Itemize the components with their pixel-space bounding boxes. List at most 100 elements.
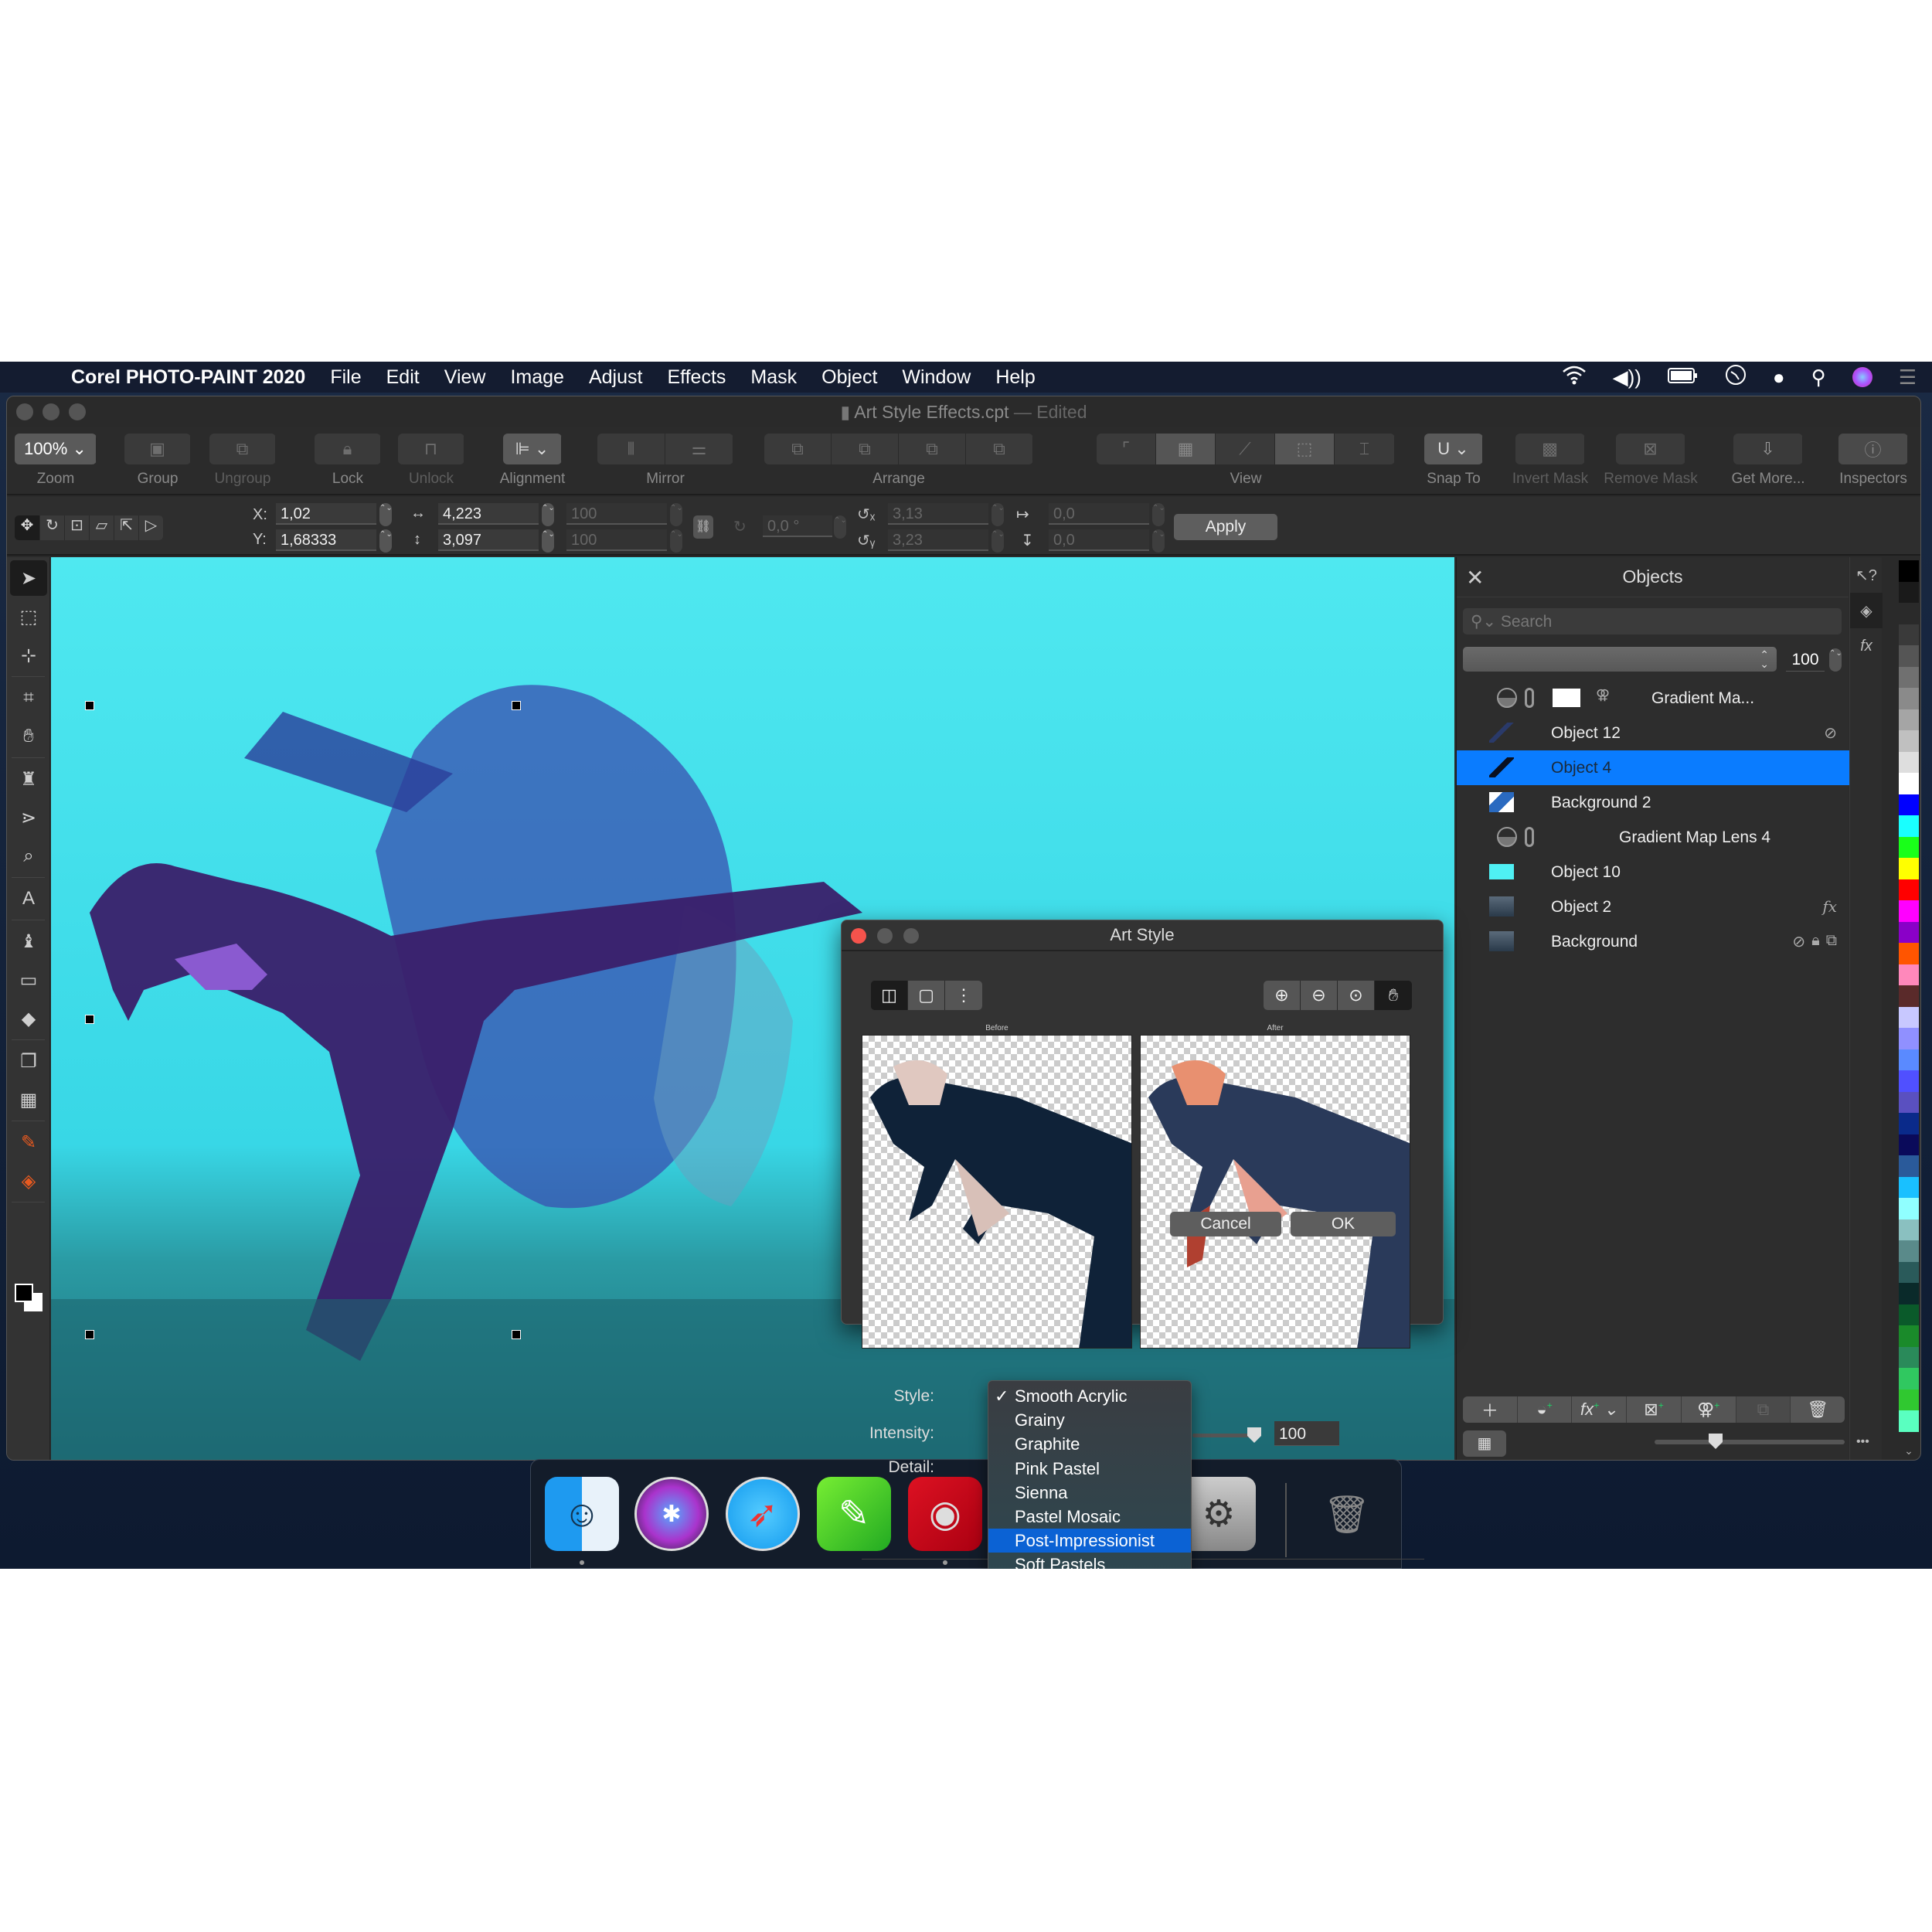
- object-row-object-12[interactable]: Object 12 ⊘: [1457, 716, 1849, 750]
- siri-icon[interactable]: [1852, 367, 1872, 387]
- hints-tab[interactable]: ↖?: [1850, 557, 1883, 593]
- palette-swatch[interactable]: [1899, 1091, 1919, 1113]
- perspective-mode-icon[interactable]: ▷: [138, 515, 163, 540]
- object-row-gradient-map[interactable]: ⚢ Gradient Ma...: [1457, 681, 1849, 716]
- palette-swatch[interactable]: [1899, 1113, 1919, 1134]
- style-option[interactable]: Soft Pastels: [988, 1553, 1191, 1569]
- split-view-button[interactable]: ◫: [871, 981, 908, 1010]
- palette-scroll-down-icon[interactable]: ⌄: [1899, 1444, 1919, 1457]
- palette-swatch[interactable]: [1899, 1070, 1919, 1092]
- selection-handle[interactable]: [85, 1015, 94, 1024]
- selection-handle[interactable]: [512, 701, 521, 710]
- zoom-out-button[interactable]: ⊖: [1301, 981, 1338, 1010]
- split-line-view-button[interactable]: ⋮: [945, 981, 982, 1010]
- new-object-button[interactable]: ＋: [1463, 1396, 1518, 1423]
- dialog-minimize-button[interactable]: [877, 928, 893, 944]
- palette-swatch[interactable]: [1899, 858, 1919, 879]
- object-row-object-4[interactable]: Object 4: [1457, 750, 1849, 785]
- style-option[interactable]: Graphite: [988, 1432, 1191, 1456]
- palette-swatch[interactable]: [1899, 1346, 1919, 1368]
- palette-swatch[interactable]: [1899, 1410, 1919, 1432]
- palette-swatch[interactable]: [1899, 794, 1919, 815]
- menu-edit[interactable]: Edit: [386, 366, 420, 389]
- pan-tool[interactable]: ✋︎: [10, 719, 47, 754]
- rectangle-mask-tool[interactable]: ⬚: [10, 599, 47, 634]
- skew-horizontal-stepper[interactable]: ⌃⌄: [1152, 503, 1165, 526]
- opacity-stepper[interactable]: ⌃⌄: [1829, 648, 1842, 672]
- more-options-icon[interactable]: •••: [1856, 1435, 1869, 1449]
- scale-height-stepper[interactable]: ⌃⌄: [670, 529, 683, 553]
- skew-vertical-input[interactable]: 0,0: [1049, 529, 1149, 551]
- palette-swatch[interactable]: [1899, 836, 1919, 858]
- style-option[interactable]: Sienna: [988, 1481, 1191, 1505]
- skew-vertical-stepper[interactable]: ⌃⌄: [1152, 529, 1165, 553]
- palette-swatch[interactable]: [1899, 581, 1919, 603]
- scale-width-stepper[interactable]: ⌃⌄: [670, 503, 683, 526]
- zoom-in-button[interactable]: ⊕: [1264, 981, 1301, 1010]
- center-x-input[interactable]: 3,13: [888, 503, 988, 525]
- group-button[interactable]: ▣: [124, 434, 191, 464]
- height-stepper[interactable]: ⌃⌄: [542, 529, 555, 553]
- dock-system-preferences[interactable]: ⚙: [1182, 1477, 1256, 1551]
- y-position-input[interactable]: 1,68333: [276, 529, 376, 551]
- forward-one-button[interactable]: ⧉: [832, 434, 899, 464]
- cancel-button[interactable]: Cancel: [1170, 1212, 1281, 1236]
- zoom-fit-button[interactable]: ⊙: [1338, 981, 1375, 1010]
- convert-to-object-icon[interactable]: ⧉: [1826, 932, 1837, 951]
- style-option[interactable]: Pink Pastel: [988, 1457, 1191, 1481]
- x-position-input[interactable]: 1,02: [276, 503, 376, 525]
- battery-icon[interactable]: [1667, 366, 1699, 389]
- objects-tab[interactable]: ◈: [1850, 593, 1883, 628]
- guidelines-button[interactable]: ⟋: [1216, 434, 1275, 464]
- eraser-tool[interactable]: ◆: [10, 1001, 47, 1036]
- apply-button[interactable]: Apply: [1174, 514, 1277, 540]
- palette-swatch[interactable]: [1899, 1240, 1919, 1262]
- unlock-button[interactable]: ⊓: [398, 434, 464, 464]
- zoom-dropdown[interactable]: 100% ⌄: [15, 434, 97, 464]
- close-icon[interactable]: ✕: [1466, 565, 1484, 590]
- fx-effect-icon[interactable]: fx: [1822, 897, 1837, 916]
- snap-to-dropdown[interactable]: U ⌄: [1424, 434, 1483, 464]
- clock-icon[interactable]: [1725, 364, 1747, 391]
- palette-swatch[interactable]: [1899, 773, 1919, 794]
- mirror-vertical-button[interactable]: ⚌: [665, 434, 733, 464]
- intensity-value-input[interactable]: 100: [1274, 1421, 1339, 1446]
- color-swatches[interactable]: [15, 1284, 43, 1311]
- user-icon[interactable]: ●: [1773, 366, 1785, 389]
- hidden-eye-icon[interactable]: ⊘: [1792, 932, 1805, 951]
- menu-image[interactable]: Image: [510, 366, 563, 389]
- grid-button[interactable]: ▦: [1156, 434, 1216, 464]
- width-stepper[interactable]: ⌃⌄: [542, 503, 555, 526]
- new-clip-mask-button[interactable]: ⚢+: [1682, 1396, 1736, 1423]
- before-preview[interactable]: [862, 1035, 1132, 1349]
- palette-swatch[interactable]: [1899, 900, 1919, 922]
- menu-help[interactable]: Help: [995, 366, 1035, 389]
- mask-transform-tool[interactable]: ⊹: [10, 638, 47, 673]
- proportional-lock-button[interactable]: ⛓: [693, 515, 713, 539]
- scale-height-input[interactable]: 100: [566, 529, 667, 551]
- position-mode-icon[interactable]: ✥: [15, 515, 39, 540]
- palette-swatch[interactable]: [1899, 879, 1919, 900]
- palette-swatch[interactable]: [1899, 1325, 1919, 1347]
- style-option[interactable]: Grainy: [988, 1408, 1191, 1432]
- drop-shadow-tool[interactable]: ❐: [10, 1043, 47, 1079]
- palette-swatch[interactable]: [1899, 730, 1919, 752]
- ok-button[interactable]: OK: [1291, 1212, 1396, 1236]
- back-one-button[interactable]: ⧉: [899, 434, 966, 464]
- x-position-stepper[interactable]: ⌃⌄: [379, 503, 393, 526]
- object-row-background-2[interactable]: Background 2: [1457, 785, 1849, 820]
- mask-marquee-button[interactable]: ⬚: [1275, 434, 1335, 464]
- menu-object[interactable]: Object: [821, 366, 877, 389]
- clone-tool[interactable]: ♜: [10, 761, 47, 797]
- center-y-stepper[interactable]: ⌃⌄: [992, 529, 1005, 553]
- skew-horizontal-input[interactable]: 0,0: [1049, 503, 1149, 525]
- rotate-mode-icon[interactable]: ↻: [39, 515, 64, 540]
- object-row-gradient-map-lens-4[interactable]: Gradient Map Lens 4: [1457, 820, 1849, 855]
- alignment-dropdown[interactable]: ⊫ ⌄: [503, 434, 562, 464]
- palette-swatch[interactable]: [1899, 1368, 1919, 1389]
- center-x-stepper[interactable]: ⌃⌄: [992, 503, 1005, 526]
- selection-handle[interactable]: [512, 1330, 521, 1339]
- palette-swatch[interactable]: [1899, 666, 1919, 688]
- rulers-button[interactable]: ⌜: [1097, 434, 1156, 464]
- palette-swatch[interactable]: [1899, 751, 1919, 773]
